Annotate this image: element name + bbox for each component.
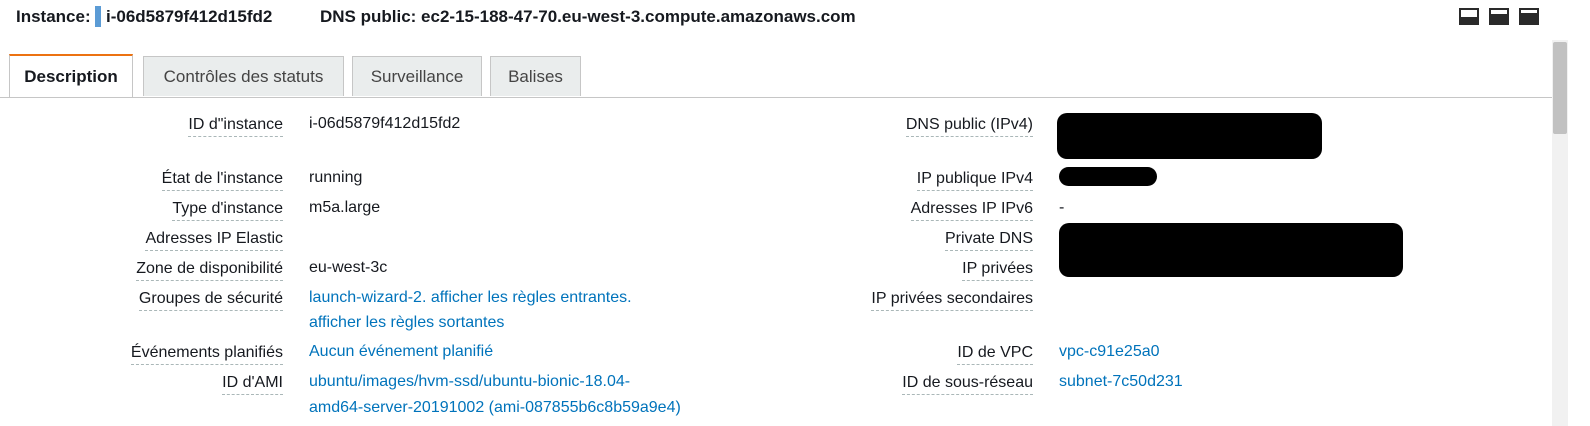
panel-bottom-small-icon[interactable] bbox=[1459, 8, 1479, 25]
link-ami-line2[interactable]: amd64-server-20191002 (ami-087855b6c8b59… bbox=[309, 399, 681, 417]
label-public-dns-ipv4: DNS public (IPv4) bbox=[905, 116, 1033, 137]
label-secondary-private-ips: IP privées secondaires bbox=[871, 290, 1033, 311]
vertical-scrollbar[interactable] bbox=[1552, 40, 1568, 426]
link-ami-line1[interactable]: ubuntu/images/hvm-ssd/ubuntu-bionic-18.0… bbox=[309, 373, 630, 391]
value-instance-type: m5a.large bbox=[309, 199, 381, 216]
tab-monitoring[interactable]: Surveillance bbox=[352, 56, 482, 96]
panel-bottom-full-icon[interactable] bbox=[1519, 8, 1539, 25]
scrollbar-thumb[interactable] bbox=[1553, 42, 1567, 134]
redacted-public-ipv4 bbox=[1059, 167, 1157, 186]
redacted-public-dns bbox=[1057, 113, 1322, 159]
dns-public-title: DNS public: ec2-15-188-47-70.eu-west-3.c… bbox=[320, 7, 856, 26]
label-scheduled-events: Événements planifiés bbox=[130, 344, 283, 365]
label-instance-id: ID d"instance bbox=[188, 116, 283, 137]
label-instance-type: Type d'instance bbox=[172, 200, 283, 221]
redacted-private-dns-and-ips bbox=[1059, 223, 1403, 277]
link-security-group-inbound[interactable]: launch-wizard-2. afficher les règles ent… bbox=[309, 289, 632, 307]
tab-description[interactable]: Description bbox=[9, 54, 133, 97]
link-security-group-outbound[interactable]: afficher les règles sortantes bbox=[309, 314, 504, 332]
label-ipv6-addresses: Adresses IP IPv6 bbox=[910, 200, 1033, 221]
link-scheduled-events[interactable]: Aucun événement planifié bbox=[309, 343, 493, 361]
label-private-ips: IP privées bbox=[962, 260, 1033, 281]
instance-color-marker bbox=[95, 6, 101, 27]
value-instance-state: running bbox=[309, 169, 363, 186]
tab-status-checks[interactable]: Contrôles des statuts bbox=[143, 56, 344, 96]
label-private-dns: Private DNS bbox=[944, 230, 1033, 251]
label-elastic-ip: Adresses IP Elastic bbox=[145, 230, 283, 251]
label-public-ipv4: IP publique IPv4 bbox=[916, 170, 1033, 191]
value-instance-id: i-06d5879f412d15fd2 bbox=[309, 115, 461, 132]
tab-tags[interactable]: Balises bbox=[490, 56, 581, 96]
panel-bottom-half-icon[interactable] bbox=[1489, 8, 1509, 25]
instance-id-title: i-06d5879f412d15fd2 bbox=[106, 7, 273, 26]
instance-label: Instance: bbox=[16, 7, 91, 26]
label-vpc-id: ID de VPC bbox=[957, 344, 1033, 365]
instance-header: Instance: i-06d5879f412d15fd2 DNS public… bbox=[0, 0, 1560, 36]
tab-bar: Description Contrôles des statuts Survei… bbox=[0, 54, 1552, 98]
label-subnet-id: ID de sous-réseau bbox=[902, 374, 1033, 395]
label-security-groups: Groupes de sécurité bbox=[138, 290, 283, 311]
value-availability-zone: eu-west-3c bbox=[309, 259, 388, 276]
link-vpc-id[interactable]: vpc-c91e25a0 bbox=[1059, 343, 1160, 361]
label-availability-zone: Zone de disponibilité bbox=[136, 260, 283, 281]
link-subnet-id[interactable]: subnet-7c50d231 bbox=[1059, 373, 1183, 391]
label-instance-state: État de l'instance bbox=[161, 170, 283, 191]
label-ami-id: ID d'AMI bbox=[222, 374, 283, 395]
value-ipv6-addresses: - bbox=[1059, 199, 1065, 216]
